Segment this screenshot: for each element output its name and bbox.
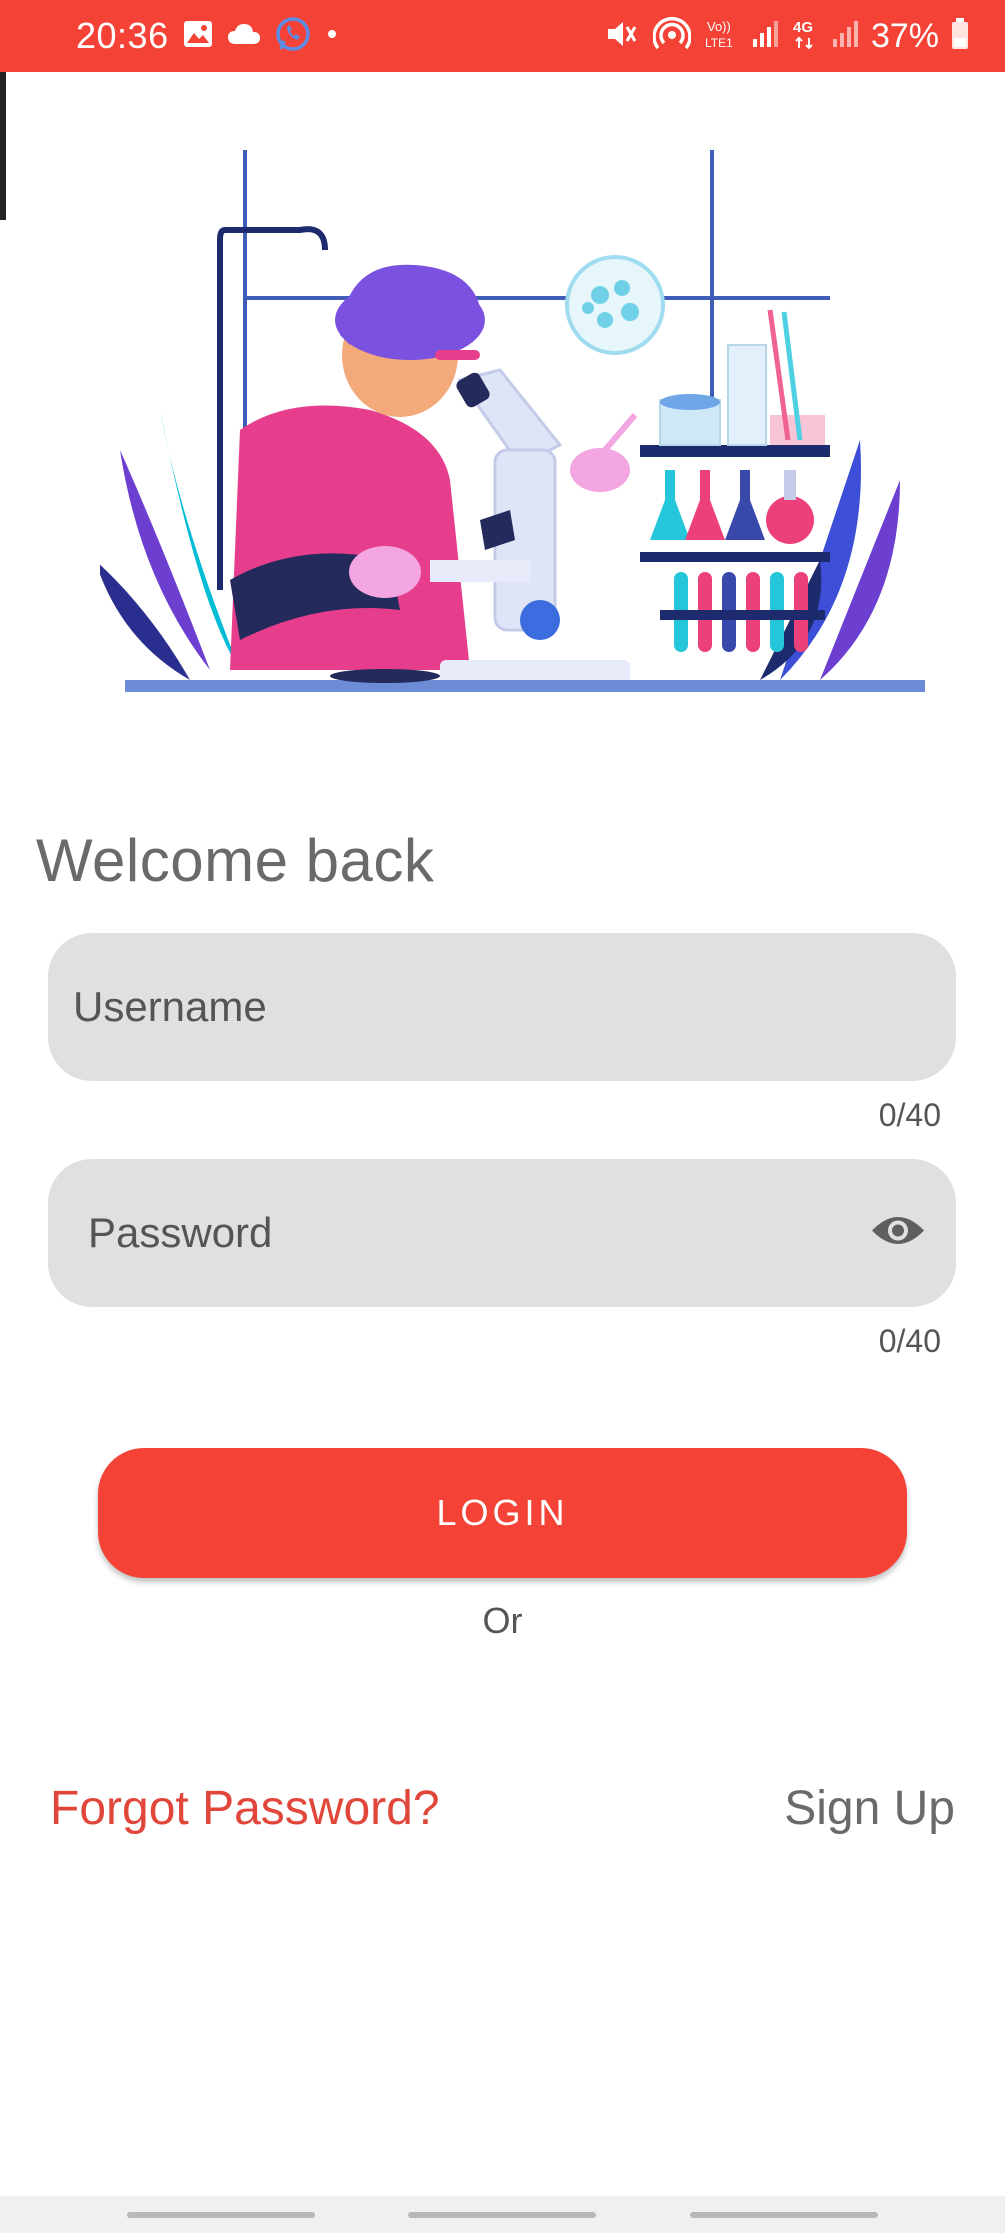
- sign-up-link[interactable]: Sign Up: [784, 1781, 955, 1836]
- signal-icon: [751, 19, 779, 54]
- battery-icon: [951, 17, 969, 55]
- password-field[interactable]: Password: [48, 1159, 956, 1307]
- nav-home-button[interactable]: [408, 2212, 596, 2218]
- status-left: 20:36: [76, 14, 339, 58]
- 4g-icon: 4G: [791, 16, 819, 57]
- mute-icon: [605, 17, 641, 56]
- status-time: 20:36: [76, 15, 169, 56]
- volte-label-top: Vo)): [707, 19, 731, 34]
- signal-icon: [831, 19, 859, 54]
- username-field[interactable]: Username: [48, 933, 956, 1081]
- username-placeholder: Username: [73, 983, 267, 1030]
- eye-icon[interactable]: [870, 1212, 926, 1255]
- nav-back-button[interactable]: [690, 2212, 878, 2218]
- status-right: Vo)) LTE1 4G 37%: [605, 14, 969, 58]
- hotspot-icon: [652, 16, 692, 57]
- username-char-counter: 0/40: [878, 1097, 941, 1133]
- nav-recent-apps-button[interactable]: [127, 2212, 315, 2218]
- status-bar: 20:36 Vo)) LTE1 4G 37%: [0, 0, 1005, 72]
- whatsapp-icon: [275, 16, 311, 57]
- screen-edge-handle: [0, 72, 6, 220]
- cloud-icon: [227, 22, 261, 51]
- battery-percent: 37%: [870, 16, 939, 55]
- login-screen: 20:36 Vo)) LTE1 4G 37% Welcome back User…: [0, 0, 1005, 2233]
- system-nav-bar: [0, 2196, 1005, 2233]
- scientist-microscope-illustration: [95, 140, 930, 710]
- or-divider: Or: [482, 1600, 523, 1641]
- network-label: 4G: [793, 19, 813, 36]
- forgot-password-link[interactable]: Forgot Password?: [50, 1781, 440, 1836]
- login-button[interactable]: LOGIN: [98, 1448, 907, 1578]
- dot-icon: [325, 27, 339, 46]
- password-placeholder: Password: [88, 1209, 273, 1256]
- welcome-heading: Welcome back: [36, 827, 435, 894]
- volte-icon: Vo)) LTE1: [703, 16, 739, 57]
- gallery-icon: [183, 20, 213, 53]
- volte-label-bottom: LTE1: [705, 36, 733, 50]
- password-char-counter: 0/40: [878, 1323, 941, 1359]
